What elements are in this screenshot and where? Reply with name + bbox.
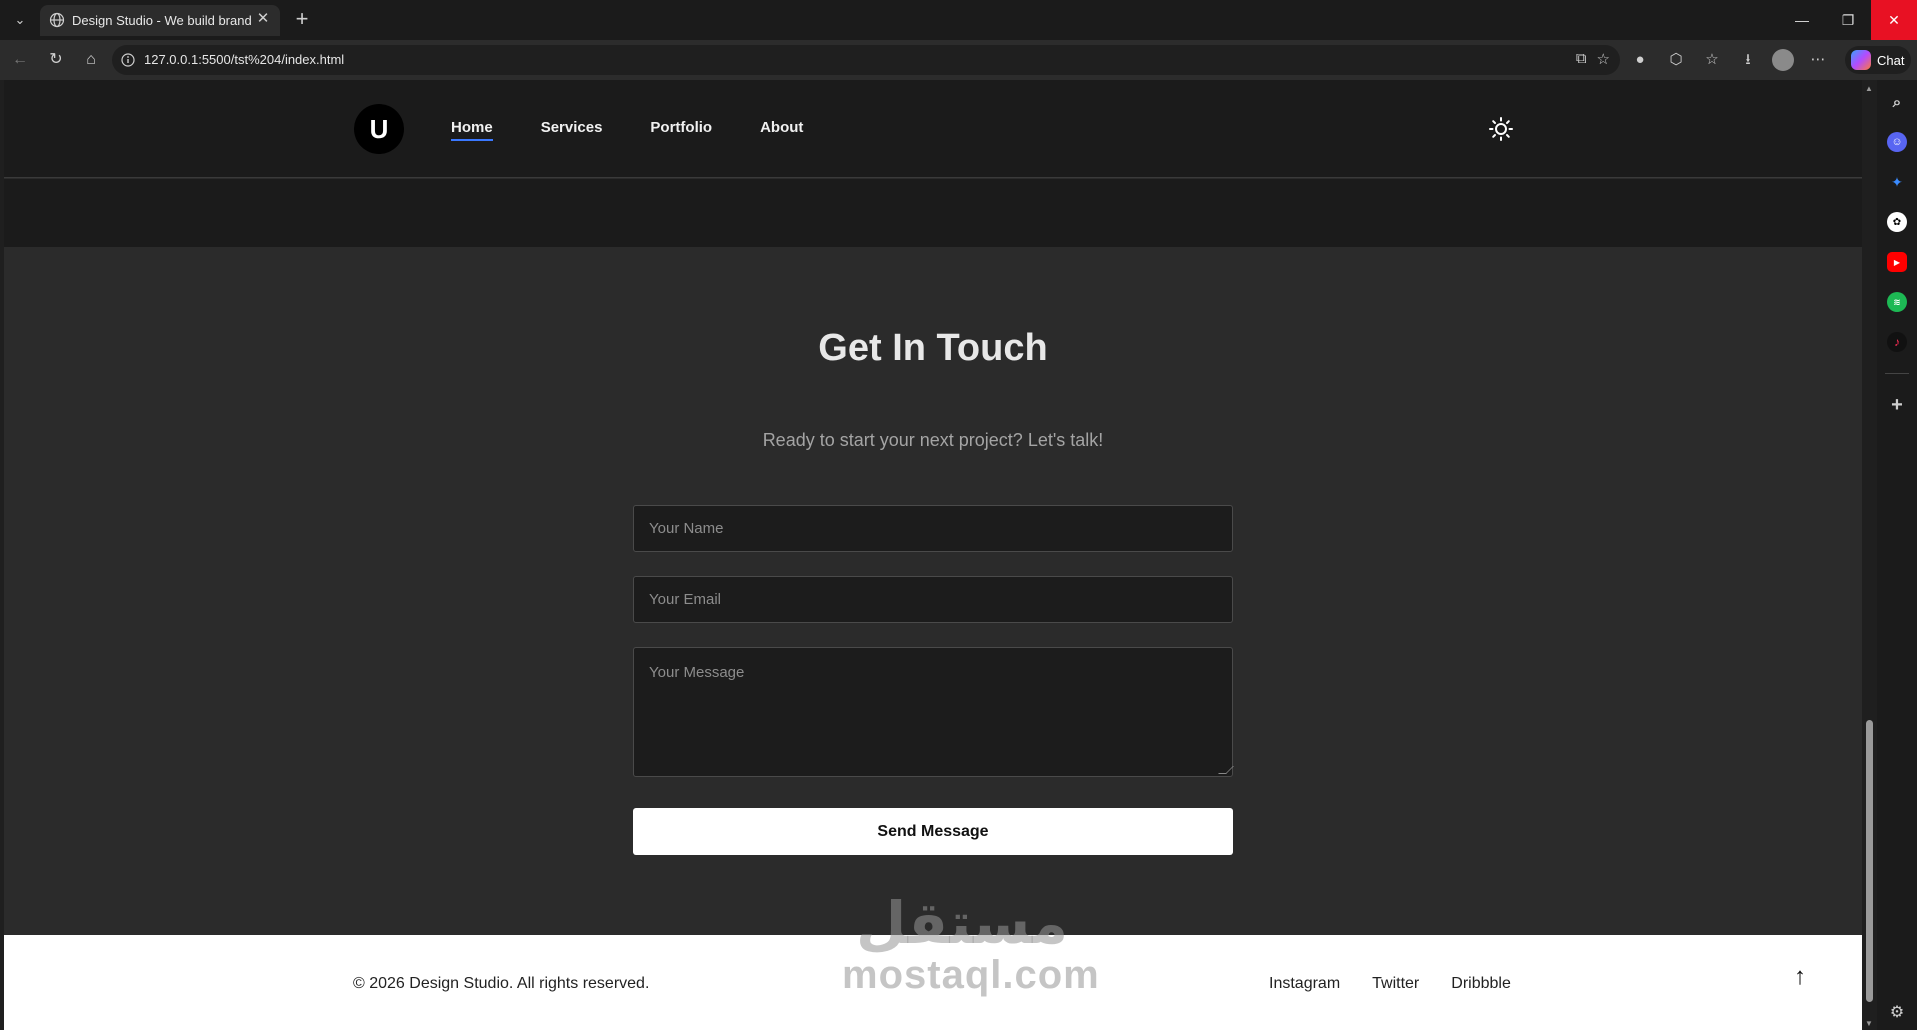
browser-address-bar: ← ↻ ⌂ 127.0.0.1:5500/tst%204/index.html … xyxy=(0,40,1917,80)
sidebar-divider xyxy=(1885,373,1909,374)
scroll-up-arrow-icon[interactable]: ▲ xyxy=(1865,84,1873,93)
dribbble-link[interactable]: Dribbble xyxy=(1451,975,1511,993)
send-message-button[interactable]: Send Message xyxy=(633,808,1233,855)
extension-dot-icon[interactable]: ● xyxy=(1628,48,1652,72)
site-info-icon[interactable] xyxy=(120,52,136,68)
nav-home[interactable]: Home xyxy=(451,119,493,141)
twitter-link[interactable]: Twitter xyxy=(1372,975,1419,993)
sidebar-add-icon[interactable]: + xyxy=(1887,394,1907,416)
url-text: 127.0.0.1:5500/tst%204/index.html xyxy=(144,52,345,67)
contact-title: Get In Touch xyxy=(818,327,1048,369)
window-close-icon[interactable]: ✕ xyxy=(1871,0,1917,40)
browser-sidebar: ⌕ ☺ ✦ ✿ ▶ ≋ ♪ + ⚙ xyxy=(1877,80,1917,1030)
downloads-icon[interactable]: ⭳ xyxy=(1736,48,1760,72)
more-menu-icon[interactable]: ⋯ xyxy=(1806,48,1830,72)
profile-avatar-icon[interactable] xyxy=(1772,49,1794,71)
translate-icon[interactable]: ⧉ xyxy=(1576,50,1587,68)
sidebar-tiktok-icon[interactable]: ♪ xyxy=(1887,332,1907,352)
message-textarea[interactable]: Your Message xyxy=(633,647,1234,777)
site-logo[interactable]: U xyxy=(354,104,404,154)
hero-section-bottom xyxy=(4,179,1862,247)
reload-icon[interactable]: ↻ xyxy=(42,48,70,72)
copyright-text: © 2026 Design Studio. All rights reserve… xyxy=(353,975,650,992)
url-field[interactable]: 127.0.0.1:5500/tst%204/index.html ⧉ ☆ xyxy=(112,45,1620,75)
copilot-icon xyxy=(1851,50,1871,70)
sidebar-chatgpt-icon[interactable]: ✿ xyxy=(1887,212,1907,232)
scroll-thumb[interactable] xyxy=(1866,720,1873,1002)
browser-tab[interactable]: Design Studio - We build brands fo ✕ xyxy=(40,5,280,36)
globe-icon xyxy=(49,12,65,28)
sidebar-youtube-icon[interactable]: ▶ xyxy=(1887,252,1907,272)
resize-handle-icon[interactable] xyxy=(1218,766,1234,774)
sidebar-search-icon[interactable]: ⌕ xyxy=(1887,92,1907,112)
message-placeholder: Your Message xyxy=(649,664,745,681)
contact-subtitle: Ready to start your next project? Let's … xyxy=(762,430,1104,450)
tab-close-icon[interactable]: ✕ xyxy=(254,10,272,28)
instagram-link[interactable]: Instagram xyxy=(1269,975,1340,993)
tab-title: Design Studio - We build brands fo xyxy=(72,13,252,28)
sidebar-discord-icon[interactable]: ☺ xyxy=(1887,132,1907,152)
social-links: Instagram Twitter Dribbble xyxy=(1269,975,1511,993)
sidebar-copilot-icon[interactable]: ✦ xyxy=(1887,172,1907,192)
main-nav: Home Services Portfolio About xyxy=(451,119,803,141)
sidebar-settings-gear-icon[interactable]: ⚙ xyxy=(1887,1002,1907,1022)
sidebar-spotify-icon[interactable]: ≋ xyxy=(1887,292,1907,312)
nav-portfolio[interactable]: Portfolio xyxy=(650,119,712,136)
favorites-icon[interactable]: ☆ xyxy=(1700,48,1724,72)
copilot-chat-button[interactable]: Chat xyxy=(1845,46,1911,74)
back-to-top-arrow-icon[interactable]: ↑ xyxy=(1794,963,1806,991)
theme-toggle-sun-icon[interactable] xyxy=(1488,116,1514,142)
scroll-down-arrow-icon[interactable]: ▼ xyxy=(1865,1019,1873,1028)
tab-list-chevron-icon[interactable]: ⌄ xyxy=(6,8,34,32)
restore-icon[interactable]: ❐ xyxy=(1825,0,1871,40)
favorite-star-icon[interactable]: ☆ xyxy=(1597,50,1610,68)
extensions-puzzle-icon[interactable]: ⬡ xyxy=(1664,48,1688,72)
nav-services[interactable]: Services xyxy=(541,119,603,136)
page-scrollbar[interactable]: ▲ ▼ xyxy=(1862,80,1877,1030)
chat-label: Chat xyxy=(1877,52,1905,68)
contact-section: Get In Touch Ready to start your next pr… xyxy=(4,247,1862,934)
site-footer: © 2026 Design Studio. All rights reserve… xyxy=(4,935,1862,1030)
email-input[interactable]: Your Email xyxy=(633,576,1233,623)
window-controls: — ❐ ✕ xyxy=(1779,0,1917,40)
back-arrow-icon[interactable]: ← xyxy=(6,48,34,72)
site-header: U Home Services Portfolio About xyxy=(4,80,1862,178)
minimize-icon[interactable]: — xyxy=(1779,0,1825,40)
new-tab-plus-icon[interactable]: + xyxy=(290,8,314,32)
home-icon[interactable]: ⌂ xyxy=(77,48,105,72)
name-input[interactable]: Your Name xyxy=(633,505,1233,552)
page-viewport: U Home Services Portfolio About Get In T… xyxy=(4,80,1862,1030)
browser-tab-bar: ⌄ Design Studio - We build brands fo ✕ +… xyxy=(0,0,1917,40)
nav-about[interactable]: About xyxy=(760,119,803,136)
